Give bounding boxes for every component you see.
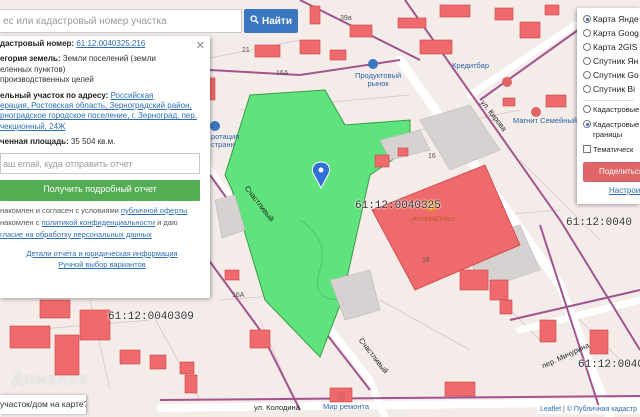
cadastral-quarter-label: 61:12:0040325 xyxy=(355,200,441,212)
cadastral-number-row: дастровый номер: 61:12:0040325:216 xyxy=(0,39,146,48)
agreement-text: накомлен и согласен с условиями публично… xyxy=(0,206,204,240)
radio-icon[interactable] xyxy=(583,15,591,23)
house-number: 21 xyxy=(242,47,250,54)
get-report-button[interactable]: Получить подробный отчет xyxy=(0,179,200,201)
parcel-info-panel: ✕ дастровый номер: 61:12:0040325:216 его… xyxy=(0,36,210,298)
leaflet-link[interactable]: Leaflet xyxy=(540,406,561,413)
base-layer-option-0[interactable]: Карта Янде xyxy=(583,12,640,26)
poi-label: Продуктовый рынок xyxy=(355,71,402,88)
search-button[interactable]: Найти xyxy=(244,9,298,33)
consent-link[interactable]: гласие на обработку персональных данных xyxy=(0,230,204,240)
overlay-option-1[interactable]: Кадастровые xyxy=(583,105,640,114)
radio-icon[interactable] xyxy=(583,105,591,113)
report-details-link[interactable]: Детали отчета и юридическая информация xyxy=(0,248,204,259)
panel-footer-links: Детали отчета и юридическая информация Р… xyxy=(0,248,204,271)
offer-link[interactable]: публичной оферты xyxy=(121,206,187,215)
radio-icon[interactable] xyxy=(583,71,591,79)
search-icon xyxy=(250,15,259,27)
area-value: 35 504 кв.м. xyxy=(70,137,116,147)
cadastral-quarter-label: 61:12:0040 xyxy=(566,217,633,229)
privacy-link[interactable]: политикой конфиденциальности xyxy=(42,218,155,227)
poi-label: АптекаПлюс xyxy=(412,214,456,223)
house-number: 39а xyxy=(340,15,352,22)
house-number: 16А xyxy=(276,70,289,77)
radio-icon[interactable] xyxy=(583,43,591,51)
map-attribution: Leaflet | © Публичная кадастр xyxy=(537,405,640,414)
radio-icon[interactable] xyxy=(583,85,591,93)
address-row: ельный участок по адресу: Российская ера… xyxy=(0,90,198,131)
radio-icon[interactable] xyxy=(583,120,591,129)
checkbox-icon[interactable] xyxy=(583,145,591,154)
close-icon[interactable]: ✕ xyxy=(196,39,205,53)
cadastral-quarter-label: 61:12:0040309 xyxy=(108,311,194,323)
search-button-label: Найти xyxy=(262,15,292,27)
cadastral-map-link[interactable]: © Публичная кадастр xyxy=(567,406,637,413)
land-category-row: егория земель: Земли поселений (земли ел… xyxy=(0,54,156,85)
manual-choice-link[interactable]: Ручной выбор вариантов xyxy=(0,259,204,270)
poi-label: ротация страни xyxy=(211,132,240,149)
cadastral-number-link[interactable]: 61:12:0040325:216 xyxy=(76,39,145,48)
base-layer-option-3[interactable]: Спутник Ян xyxy=(583,54,640,68)
house-number: 16 xyxy=(428,153,436,160)
question-bar[interactable]: участок/дом на карте? xyxy=(0,395,86,414)
watermark-logo: Домклик xyxy=(12,371,89,388)
share-button[interactable]: Поделиться xyxy=(583,161,640,182)
radio-icon[interactable] xyxy=(583,29,591,37)
base-layer-option-2[interactable]: Карта 2GIS xyxy=(583,40,640,54)
poi-label: Кредитбар xyxy=(452,61,490,70)
house-number: 16 xyxy=(422,257,430,264)
cadastral-quarter-label: 61:12:0040 xyxy=(578,359,640,371)
base-layer-option-4[interactable]: Спутник Go xyxy=(583,68,640,82)
base-layer-option-5[interactable]: Спутник Bi xyxy=(583,82,640,96)
search-input[interactable]: ес или кадастровый номер участка xyxy=(0,9,242,33)
configure-link[interactable]: Настроит xyxy=(583,186,640,195)
poi-label: Магнит Семейный xyxy=(513,116,577,125)
house-number: 16А xyxy=(232,292,245,299)
area-row: ченная площадь: 35 504 кв.м. xyxy=(0,137,116,147)
layer-switcher-panel: Карта Янде Карта Goog Карта 2GIS Спутник… xyxy=(577,8,640,204)
overlay-option-3[interactable]: Тематическ xyxy=(583,145,640,154)
radio-icon[interactable] xyxy=(583,57,591,65)
overlay-option-2[interactable]: Кадастровые границы xyxy=(583,120,640,139)
poi-label: Мир ремонта xyxy=(323,402,370,411)
email-field[interactable]: аш email, куда отправить отчет xyxy=(0,152,200,174)
base-layer-option-1[interactable]: Карта Goog xyxy=(583,26,640,40)
street-label: ул. Колодина xyxy=(254,403,300,412)
